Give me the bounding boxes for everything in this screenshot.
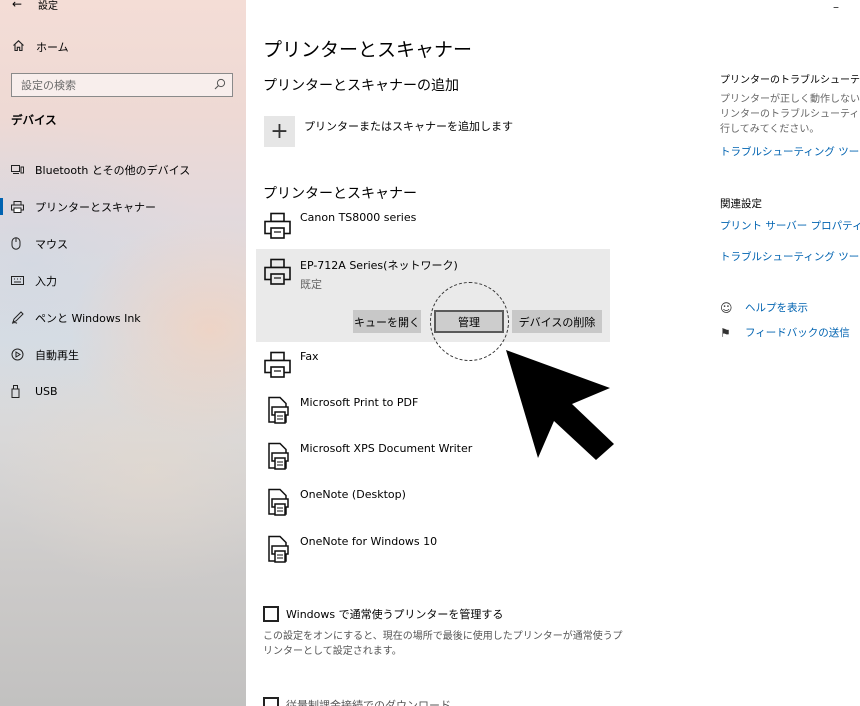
related-panel: プリンターのトラブルシューティング プリンターが正しく動作しない場 リンターのト…	[720, 0, 860, 706]
sidebar-item-pen[interactable]: ペンと Windows Ink	[0, 299, 246, 336]
document-printer-icon	[268, 442, 289, 470]
pointer-arrow-icon	[506, 350, 614, 460]
checkbox-label: Windows で通常使うプリンターを管理する	[286, 608, 504, 621]
sidebar-item-label: マウス	[35, 237, 68, 251]
printer-name: Canon TS8000 series	[300, 211, 417, 224]
document-printer-icon	[268, 396, 289, 424]
troubleshoot-description: プリンターが正しく動作しない場 リンターのトラブルシューティング 行してみてくだ…	[720, 92, 860, 137]
document-printer-icon	[268, 488, 289, 516]
bluetooth-devices-icon	[11, 164, 35, 175]
feedback-icon: ⚑	[720, 325, 731, 340]
open-queue-button[interactable]: キューを開く	[353, 310, 421, 333]
help-label: ヘルプを表示	[745, 302, 808, 314]
sidebar-nav: Bluetooth とその他のデバイス プリンターとスキャナー マウス 入力 ペ…	[0, 151, 246, 410]
sidebar-item-typing[interactable]: 入力	[0, 262, 246, 299]
add-printer-label: プリンターまたはスキャナーを追加します	[304, 120, 513, 133]
default-printer-checkbox[interactable]	[263, 606, 279, 622]
printer-item-onenote-win10[interactable]: OneNote for Windows 10	[263, 535, 437, 565]
keyboard-icon	[11, 276, 35, 285]
printer-status: 既定	[300, 278, 322, 291]
home-icon	[12, 39, 36, 55]
troubleshoot-desc-line: プリンターが正しく動作しない場	[720, 94, 860, 105]
sidebar: ← 設定 ホーム 設定の検索 デバイス Bluetooth とその他のデバイス …	[0, 0, 246, 706]
printer-name: Fax	[300, 350, 319, 363]
printer-name: OneNote for Windows 10	[300, 535, 438, 548]
run-troubleshooter-link[interactable]: トラブルシューティング ツールの実	[720, 249, 860, 264]
printer-icon	[11, 200, 35, 213]
troubleshoot-settings-link[interactable]: トラブルシューティング ツールの設	[720, 144, 860, 159]
printer-item-xps[interactable]: Microsoft XPS Document Writer	[263, 442, 472, 472]
troubleshoot-desc-line: リンターのトラブルシューティング	[720, 109, 860, 120]
printer-icon	[264, 351, 291, 378]
nav-home[interactable]: ホーム	[12, 39, 69, 55]
printer-name: Microsoft Print to PDF	[300, 396, 419, 409]
home-label: ホーム	[36, 41, 69, 54]
printer-name: Microsoft XPS Document Writer	[300, 442, 473, 455]
search-placeholder: 設定の検索	[21, 79, 76, 92]
usb-icon	[11, 385, 35, 398]
sidebar-item-usb[interactable]: USB	[0, 373, 246, 410]
sidebar-item-label: 入力	[35, 274, 57, 288]
sidebar-item-printers[interactable]: プリンターとスキャナー	[0, 188, 246, 225]
sidebar-item-label: USB	[35, 385, 58, 398]
printers-heading: プリンターとスキャナー	[263, 186, 417, 202]
mouse-icon	[11, 237, 35, 250]
sidebar-item-autoplay[interactable]: 自動再生	[0, 336, 246, 373]
main-content: – プリンターとスキャナー プリンターとスキャナーの追加 + プリンターまたはス…	[246, 0, 860, 706]
add-icon[interactable]: +	[264, 116, 295, 147]
back-arrow-icon[interactable]: ←	[12, 0, 38, 11]
troubleshoot-heading: プリンターのトラブルシューティング	[720, 75, 860, 86]
checkbox-label: 従量制課金接続でのダウンロード	[286, 699, 451, 706]
sidebar-item-mouse[interactable]: マウス	[0, 225, 246, 262]
search-input[interactable]: 設定の検索	[11, 73, 233, 97]
get-help-link[interactable]: ☺ ヘルプを表示	[720, 300, 808, 315]
add-printer-row[interactable]: + プリンターまたはスキャナーを追加します	[264, 116, 513, 147]
pen-icon	[11, 311, 35, 324]
sidebar-item-label: ペンと Windows Ink	[35, 311, 141, 325]
printer-item-fax[interactable]: Fax	[263, 350, 319, 380]
metered-download-setting[interactable]: 従量制課金接続でのダウンロード	[263, 697, 451, 706]
search-icon	[214, 78, 226, 93]
printer-icon	[264, 258, 291, 285]
related-settings-heading: 関連設定	[720, 198, 762, 210]
printer-item-pdf[interactable]: Microsoft Print to PDF	[263, 396, 418, 426]
title-bar: ← 設定	[12, 0, 58, 12]
troubleshoot-desc-line: 行してみてください。	[720, 124, 820, 135]
feedback-link[interactable]: ⚑ フィードバックの送信	[720, 325, 850, 340]
printer-item-onenote-desktop[interactable]: OneNote (Desktop)	[263, 488, 406, 518]
printer-name: EP-712A Series(ネットワーク)	[300, 259, 458, 272]
default-printer-setting[interactable]: Windows で通常使うプリンターを管理する	[263, 606, 503, 622]
window-title: 設定	[38, 0, 58, 12]
print-server-properties-link[interactable]: プリント サーバー プロパティ	[720, 218, 860, 233]
help-icon: ☺	[720, 300, 733, 315]
page-title: プリンターとスキャナー	[263, 39, 473, 61]
sidebar-item-label: Bluetooth とその他のデバイス	[35, 163, 191, 177]
sidebar-item-bluetooth[interactable]: Bluetooth とその他のデバイス	[0, 151, 246, 188]
sidebar-item-label: プリンターとスキャナー	[35, 200, 156, 214]
sidebar-item-label: 自動再生	[35, 348, 79, 362]
printer-item-ep712a[interactable]: EP-712A Series(ネットワーク) 既定	[263, 257, 458, 292]
section-title: デバイス	[11, 113, 57, 127]
feedback-label: フィードバックの送信	[745, 327, 850, 339]
metered-download-checkbox[interactable]	[263, 697, 279, 706]
add-section-heading: プリンターとスキャナーの追加	[263, 78, 459, 94]
printer-name: OneNote (Desktop)	[300, 488, 406, 501]
printer-icon	[264, 212, 291, 239]
remove-device-button[interactable]: デバイスの削除	[512, 310, 602, 333]
document-printer-icon	[268, 535, 289, 563]
printer-item-canon[interactable]: Canon TS8000 series	[263, 211, 416, 241]
autoplay-icon	[11, 348, 35, 361]
default-printer-note: この設定をオンにすると、現在の場所で最後に使用したプリンターが通常使うプリンター…	[263, 631, 623, 657]
